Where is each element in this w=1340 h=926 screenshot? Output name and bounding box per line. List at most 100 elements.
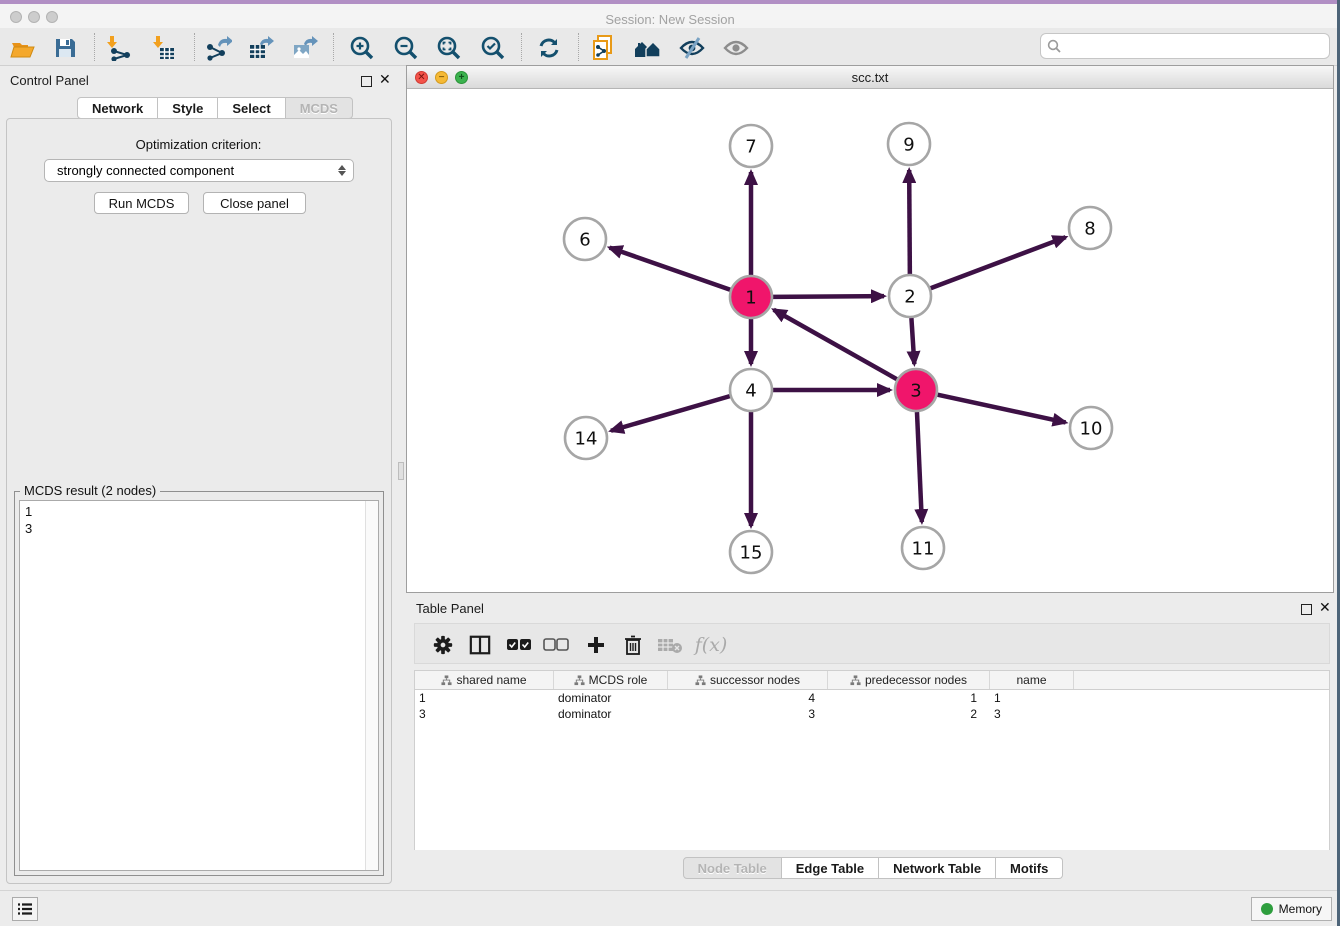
split-columns-icon	[469, 634, 491, 656]
graph-node-2[interactable]: 2	[889, 275, 931, 317]
function-builder-button[interactable]: f(x)	[691, 631, 731, 658]
table-cell[interactable]: 1	[828, 690, 990, 706]
import-network-button[interactable]	[104, 34, 134, 61]
table-cell[interactable]: dominator	[554, 690, 668, 706]
unselect-all-columns-button[interactable]	[541, 631, 571, 658]
select-all-columns-button[interactable]	[504, 631, 534, 658]
graph-node-3[interactable]: 3	[895, 369, 937, 411]
edge-2-8[interactable]	[931, 237, 1066, 288]
graph-node-9[interactable]: 9	[888, 123, 930, 165]
tab-network-table[interactable]: Network Table	[879, 857, 996, 879]
graph-node-11[interactable]: 11	[902, 527, 944, 569]
control-panel-tabs: NetworkStyleSelectMCDS	[77, 97, 353, 119]
network-frame-titlebar[interactable]: ✕ − + scc.txt	[407, 66, 1333, 89]
main-toolbar	[0, 28, 1340, 66]
column-header-shared-name[interactable]: shared name	[415, 671, 554, 689]
export-network-button[interactable]	[203, 34, 233, 61]
column-header-predecessor-nodes[interactable]: predecessor nodes	[828, 671, 990, 689]
edge-1-2[interactable]	[773, 296, 884, 297]
table-cell[interactable]: 3	[990, 706, 1074, 722]
zoom-in-icon	[349, 35, 375, 61]
edge-1-6[interactable]	[610, 248, 731, 290]
tab-node-table[interactable]: Node Table	[683, 857, 782, 879]
home-button[interactable]	[633, 34, 663, 61]
close-table-panel-button[interactable]: ✕	[1319, 602, 1331, 613]
zoom-out-button[interactable]	[391, 34, 421, 61]
table-cell[interactable]: 1	[990, 690, 1074, 706]
save-session-button[interactable]	[50, 34, 80, 61]
task-history-button[interactable]	[12, 897, 38, 921]
vertical-splitter-grip[interactable]	[398, 462, 404, 480]
graph-node-4[interactable]: 4	[730, 369, 772, 411]
export-table-button[interactable]	[246, 34, 276, 61]
table-cell[interactable]: 4	[668, 690, 828, 706]
optimization-criterion-select[interactable]: strongly connected component	[44, 159, 354, 182]
edge-2-3[interactable]	[911, 318, 914, 364]
show-column-panel-button[interactable]	[465, 631, 495, 658]
search-field[interactable]	[1040, 33, 1330, 59]
memory-button[interactable]: Memory	[1251, 897, 1332, 921]
tab-style[interactable]: Style	[158, 97, 218, 119]
tab-select[interactable]: Select	[218, 97, 285, 119]
edge-3-10[interactable]	[937, 395, 1065, 423]
edge-3-1[interactable]	[774, 310, 897, 379]
zoom-selected-button[interactable]	[478, 34, 508, 61]
mcds-result-area[interactable]: 1 3	[19, 500, 379, 871]
zoom-fit-button[interactable]	[434, 34, 464, 61]
table-cell[interactable]: 3	[415, 706, 554, 722]
run-mcds-button[interactable]: Run MCDS	[94, 192, 189, 214]
tab-mcds[interactable]: MCDS	[286, 97, 353, 119]
optimization-criterion-value: strongly connected component	[57, 163, 234, 178]
hide-panels-button[interactable]	[677, 34, 707, 61]
close-panel-button-mcds[interactable]: Close panel	[203, 192, 306, 214]
clone-network-icon	[590, 34, 618, 62]
graph-node-15[interactable]: 15	[730, 531, 772, 573]
tab-edge-table[interactable]: Edge Table	[782, 857, 879, 879]
table-row-1[interactable]: 3dominator323	[415, 706, 1329, 722]
delete-table-button[interactable]	[655, 631, 685, 658]
toolbar-separator	[94, 33, 95, 61]
search-input[interactable]	[1065, 39, 1329, 54]
float-table-panel-button[interactable]	[1301, 602, 1312, 620]
import-table-button[interactable]	[150, 34, 180, 61]
refresh-layout-button[interactable]	[534, 34, 564, 61]
delete-column-button[interactable]	[618, 631, 648, 658]
create-column-button[interactable]	[581, 631, 611, 658]
zoom-in-button[interactable]	[347, 34, 377, 61]
table-settings-button[interactable]	[428, 631, 458, 658]
svg-text:11: 11	[912, 538, 935, 559]
graph-node-8[interactable]: 8	[1069, 207, 1111, 249]
column-header-name[interactable]: name	[990, 671, 1074, 689]
graph-node-7[interactable]: 7	[730, 125, 772, 167]
edge-3-11[interactable]	[917, 412, 922, 522]
open-session-button[interactable]	[8, 34, 38, 61]
export-table-icon	[247, 35, 275, 61]
tab-network[interactable]: Network	[77, 97, 158, 119]
table-cell[interactable]: 3	[668, 706, 828, 722]
table-cell[interactable]: 1	[415, 690, 554, 706]
float-panel-button[interactable]	[361, 74, 372, 92]
edge-2-9[interactable]	[909, 170, 910, 274]
graph-node-10[interactable]: 10	[1070, 407, 1112, 449]
close-panel-button[interactable]: ✕	[379, 74, 391, 85]
graph-node-1[interactable]: 1	[730, 276, 772, 318]
table-cell[interactable]: 2	[828, 706, 990, 722]
result-scrollbar[interactable]	[365, 501, 378, 870]
graph-node-14[interactable]: 14	[565, 417, 607, 459]
network-graph-canvas[interactable]: 7 9 6 8 1 2 4 3 14 10 15 11	[407, 89, 1333, 592]
column-label: successor nodes	[710, 673, 800, 687]
clone-network-button[interactable]	[589, 34, 619, 61]
column-header-successor-nodes[interactable]: successor nodes	[668, 671, 828, 689]
column-header-MCDS-role[interactable]: MCDS role	[554, 671, 668, 689]
show-panels-button[interactable]	[721, 34, 751, 61]
column-label: name	[1016, 673, 1046, 687]
tab-motifs[interactable]: Motifs	[996, 857, 1063, 879]
graph-node-6[interactable]: 6	[564, 218, 606, 260]
import-network-icon	[106, 35, 132, 61]
export-image-button[interactable]	[290, 34, 320, 61]
svg-text:1: 1	[745, 287, 756, 308]
table-row-0[interactable]: 1dominator411	[415, 690, 1329, 706]
edge-4-14[interactable]	[611, 396, 730, 431]
control-panel-title: Control Panel	[10, 73, 89, 88]
table-cell[interactable]: dominator	[554, 706, 668, 722]
